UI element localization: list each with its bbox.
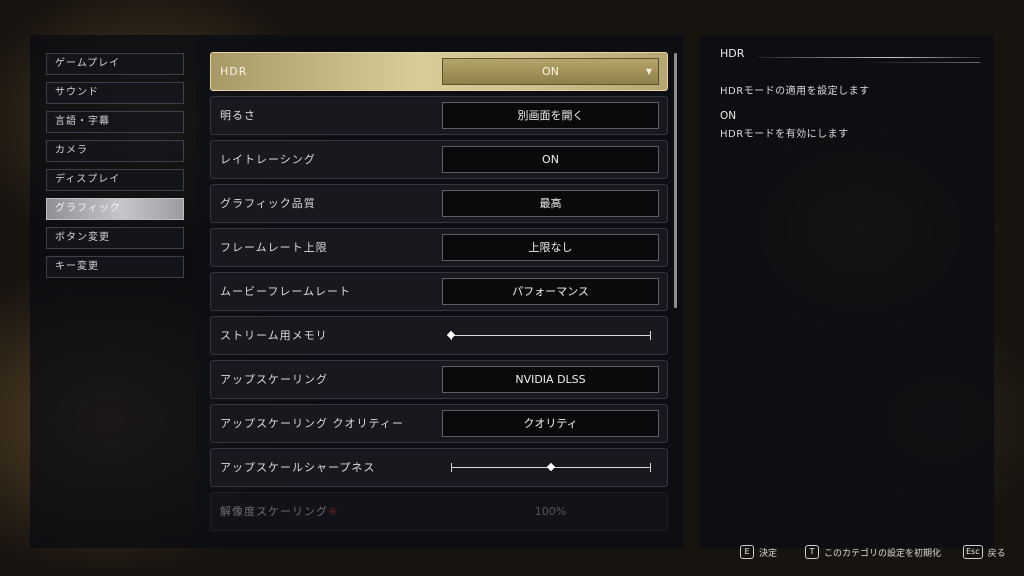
setting-row-upscaling[interactable]: アップスケーリング NVIDIA DLSS xyxy=(210,360,668,399)
category-key-remap[interactable]: キー変更 xyxy=(46,256,184,278)
detail-title-underline xyxy=(758,57,980,58)
setting-row-movie-framerate[interactable]: ムービーフレームレート パフォーマンス xyxy=(210,272,668,311)
setting-row-upscale-sharpness[interactable]: アップスケールシャープネス xyxy=(210,448,668,487)
open-brightness-button[interactable]: 別画面を開く xyxy=(442,102,659,129)
button-hints: E 決定 T このカテゴリの設定を初期化 Esc 戻る xyxy=(0,545,1024,559)
category-display[interactable]: ディスプレイ xyxy=(46,169,184,191)
setting-label: ムービーフレームレート xyxy=(220,285,352,298)
framerate-limit-select[interactable]: 上限なし xyxy=(442,234,659,261)
category-language-subtitles[interactable]: 言語・字幕 xyxy=(46,111,184,133)
setting-label: グラフィック品質 xyxy=(220,197,316,210)
setting-label: ストリーム用メモリ xyxy=(220,329,328,342)
category-list: ゲームプレイ サウンド 言語・字幕 カメラ ディスプレイ グラフィック ボタン変… xyxy=(46,53,184,285)
hint-label: 決定 xyxy=(759,548,778,559)
resolution-scaling-value: 100% xyxy=(534,505,567,518)
settings-list: HDR ON ▼ 明るさ 別画面を開く レイトレーシング ON グラフィック品質… xyxy=(210,52,668,536)
detail-description: HDRモードの適用を設定します xyxy=(720,86,870,97)
key-esc-icon: Esc xyxy=(963,545,983,559)
slider-knob[interactable] xyxy=(446,330,456,340)
setting-label: 明るさ xyxy=(220,109,256,122)
setting-label: アップスケーリング xyxy=(220,373,328,386)
setting-label: レイトレーシング xyxy=(220,153,316,166)
setting-label: 解像度スケーリング※ xyxy=(220,493,338,530)
detail-title: HDR xyxy=(720,47,745,60)
category-sound[interactable]: サウンド xyxy=(46,82,184,104)
warning-mark: ※ xyxy=(328,505,339,518)
category-camera[interactable]: カメラ xyxy=(46,140,184,162)
setting-label: フレームレート上限 xyxy=(220,241,328,254)
setting-row-brightness[interactable]: 明るさ 別画面を開く xyxy=(210,96,668,135)
hint-reset-category[interactable]: T このカテゴリの設定を初期化 xyxy=(805,545,941,559)
hint-label: このカテゴリの設定を初期化 xyxy=(824,548,942,559)
stream-memory-slider[interactable] xyxy=(446,330,651,340)
setting-label-text: 解像度スケーリング xyxy=(220,505,328,518)
setting-label: アップスケーリング クオリティー xyxy=(220,417,404,430)
setting-label: HDR xyxy=(220,65,248,78)
graphics-quality-select[interactable]: 最高 xyxy=(442,190,659,217)
category-button-remap[interactable]: ボタン変更 xyxy=(46,227,184,249)
hint-label: 戻る xyxy=(987,548,1006,559)
setting-row-hdr[interactable]: HDR ON ▼ xyxy=(210,52,668,91)
category-graphics[interactable]: グラフィック xyxy=(46,198,184,220)
upscaling-quality-select[interactable]: クオリティ xyxy=(442,410,659,437)
setting-row-graphics-quality[interactable]: グラフィック品質 最高 xyxy=(210,184,668,223)
detail-panel xyxy=(700,35,994,548)
setting-row-stream-memory[interactable]: ストリーム用メモリ xyxy=(210,316,668,355)
setting-label: アップスケールシャープネス xyxy=(220,461,376,474)
dropdown-arrow-icon: ▼ xyxy=(645,67,652,76)
hint-confirm[interactable]: E 決定 xyxy=(740,545,777,559)
key-e-icon: E xyxy=(740,545,754,559)
hint-back[interactable]: Esc 戻る xyxy=(963,545,1006,559)
slider-max-cap xyxy=(650,463,651,472)
setting-row-ray-tracing[interactable]: レイトレーシング ON xyxy=(210,140,668,179)
category-gameplay[interactable]: ゲームプレイ xyxy=(46,53,184,75)
key-t-icon: T xyxy=(805,545,819,559)
upscale-sharpness-slider[interactable] xyxy=(451,462,651,472)
setting-value: ON xyxy=(542,65,559,78)
detail-title-underline-accent xyxy=(860,62,980,63)
setting-row-framerate-limit[interactable]: フレームレート上限 上限なし xyxy=(210,228,668,267)
setting-row-upscaling-quality[interactable]: アップスケーリング クオリティー クオリティ xyxy=(210,404,668,443)
setting-row-resolution-scaling: 解像度スケーリング※ 100% xyxy=(210,492,668,531)
movie-framerate-select[interactable]: パフォーマンス xyxy=(442,278,659,305)
hdr-dropdown[interactable]: ON ▼ xyxy=(442,58,659,85)
ray-tracing-select[interactable]: ON xyxy=(442,146,659,173)
slider-min-cap xyxy=(451,463,452,472)
slider-knob[interactable] xyxy=(546,462,556,472)
detail-option-description: HDRモードを有効にします xyxy=(720,129,849,140)
detail-option: ON xyxy=(720,110,737,122)
slider-max-cap xyxy=(650,331,651,340)
settings-scrollbar[interactable] xyxy=(674,53,677,308)
upscaling-select[interactable]: NVIDIA DLSS xyxy=(442,366,659,393)
